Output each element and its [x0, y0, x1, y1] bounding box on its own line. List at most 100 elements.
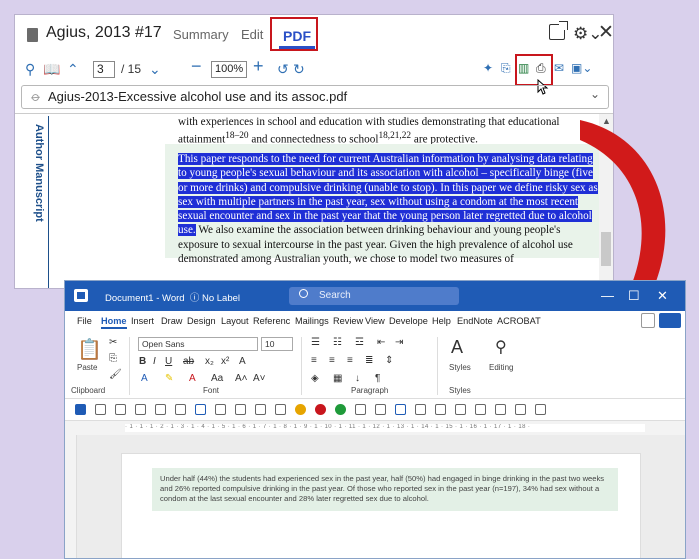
- qat-icon[interactable]: [455, 404, 466, 415]
- styles-icon[interactable]: A: [451, 337, 463, 358]
- search-box[interactable]: Search: [289, 287, 459, 305]
- multilevel-list-icon[interactable]: ☲: [355, 337, 364, 348]
- font-name-select[interactable]: Open Sans: [138, 337, 258, 351]
- email-icon[interactable]: ✉: [554, 61, 564, 75]
- decrease-indent-icon[interactable]: ⇤: [377, 337, 385, 348]
- numbering-icon[interactable]: ☷: [333, 337, 342, 348]
- qat-icon[interactable]: [395, 404, 406, 415]
- tab-view[interactable]: View: [365, 316, 385, 326]
- borders-icon[interactable]: ▦: [333, 373, 342, 384]
- rotate-right-icon[interactable]: ↻: [293, 61, 305, 78]
- chevron-down-icon[interactable]: ⌄: [590, 87, 600, 101]
- close-icon[interactable]: ✕: [657, 288, 668, 304]
- qat-icon[interactable]: [255, 404, 266, 415]
- superscript-icon[interactable]: x²: [221, 356, 229, 367]
- grow-font-icon[interactable]: A˄: [235, 373, 248, 384]
- align-center-icon[interactable]: ≡: [329, 355, 335, 366]
- align-left-icon[interactable]: ≡: [311, 355, 317, 366]
- pilcrow-icon[interactable]: ¶: [375, 373, 380, 384]
- qat-icon[interactable]: [215, 404, 226, 415]
- tab-insert[interactable]: Insert: [131, 316, 154, 326]
- qat-icon[interactable]: [195, 404, 206, 415]
- tab-mailings[interactable]: Mailings: [295, 316, 329, 326]
- italic-icon[interactable]: I: [153, 356, 156, 367]
- qat-icon[interactable]: [155, 404, 166, 415]
- page-up-icon[interactable]: ⌃: [67, 61, 79, 78]
- tab-file[interactable]: File: [77, 316, 92, 326]
- qat-icon[interactable]: [415, 404, 426, 415]
- increase-indent-icon[interactable]: ⇥: [395, 337, 403, 348]
- text-effects-icon[interactable]: A: [141, 373, 148, 384]
- shrink-font-icon[interactable]: A˅: [253, 373, 266, 384]
- copy-icon[interactable]: ⎘: [109, 353, 117, 364]
- styles-button-label[interactable]: Styles: [449, 363, 471, 372]
- tab-layout[interactable]: Layout: [221, 316, 249, 326]
- page-number-input[interactable]: 3: [93, 61, 115, 78]
- rotate-left-icon[interactable]: ↺: [277, 61, 289, 78]
- qat-icon[interactable]: [135, 404, 146, 415]
- share-button[interactable]: [659, 313, 681, 328]
- page-down-icon[interactable]: ⌄: [149, 61, 161, 78]
- align-right-icon[interactable]: ≡: [347, 355, 353, 366]
- font-color-icon[interactable]: A: [189, 373, 196, 384]
- tab-references[interactable]: Referenc: [253, 316, 290, 326]
- pasted-paragraph[interactable]: Under half (44%) the students had experi…: [152, 468, 618, 511]
- qat-icon[interactable]: [315, 404, 326, 415]
- bold-icon[interactable]: B: [139, 356, 146, 367]
- qat-icon[interactable]: [175, 404, 186, 415]
- qat-icon[interactable]: [375, 404, 386, 415]
- shading-icon[interactable]: ◈: [311, 373, 319, 384]
- zoom-input[interactable]: 100%: [211, 61, 247, 78]
- qat-icon[interactable]: [235, 404, 246, 415]
- document-page[interactable]: Under half (44%) the students had experi…: [121, 453, 641, 558]
- tab-endnote[interactable]: EndNote: [457, 316, 493, 326]
- strikethrough-icon[interactable]: ab: [183, 356, 194, 367]
- qat-icon[interactable]: [275, 404, 286, 415]
- save-dropdown-icon[interactable]: ▣⌄: [571, 61, 592, 75]
- unselected-text[interactable]: We also examine the association between …: [178, 224, 573, 265]
- tab-developer[interactable]: Develope: [389, 316, 428, 326]
- tab-design[interactable]: Design: [187, 316, 216, 326]
- change-case-icon[interactable]: Aa: [211, 373, 223, 384]
- book-icon[interactable]: 📖: [43, 61, 60, 78]
- justify-icon[interactable]: ≣: [365, 355, 373, 366]
- tab-edit[interactable]: Edit: [241, 27, 263, 42]
- sort-icon[interactable]: ↓: [355, 373, 360, 384]
- font-size-select[interactable]: 10: [261, 337, 293, 351]
- tab-help[interactable]: Help: [432, 316, 451, 326]
- save-icon[interactable]: [75, 404, 86, 415]
- cut-icon[interactable]: ✂: [109, 337, 117, 348]
- close-icon[interactable]: ✕: [598, 21, 613, 44]
- highlight-color-icon[interactable]: ✎: [165, 373, 173, 384]
- maximize-icon[interactable]: ☐: [628, 288, 640, 304]
- qat-icon[interactable]: [355, 404, 366, 415]
- qat-icon[interactable]: [495, 404, 506, 415]
- qat-icon[interactable]: [435, 404, 446, 415]
- qat-icon[interactable]: [535, 404, 546, 415]
- copy-icon[interactable]: ⎘: [501, 61, 511, 76]
- paste-icon[interactable]: 📋: [77, 337, 102, 362]
- editing-search-icon[interactable]: ⚲: [495, 337, 507, 357]
- qat-icon[interactable]: [515, 404, 526, 415]
- tab-home[interactable]: Home: [101, 316, 127, 329]
- redo-icon[interactable]: [115, 404, 126, 415]
- subscript-icon[interactable]: x₂: [205, 356, 214, 367]
- clear-format-icon[interactable]: A: [239, 356, 246, 367]
- zoom-in-icon[interactable]: +: [253, 56, 264, 77]
- tab-acrobat[interactable]: ACROBAT: [497, 316, 541, 326]
- bullets-icon[interactable]: ☰: [311, 337, 320, 348]
- undo-icon[interactable]: [95, 404, 106, 415]
- qat-icon[interactable]: [475, 404, 486, 415]
- tab-review[interactable]: Review: [333, 316, 363, 326]
- sparkle-icon[interactable]: ✦: [483, 61, 493, 75]
- sensitivity-label[interactable]: No Label: [202, 293, 240, 304]
- editing-label[interactable]: Editing: [489, 363, 513, 372]
- tab-summary[interactable]: Summary: [173, 27, 229, 42]
- zoom-out-icon[interactable]: −: [191, 56, 202, 77]
- open-external-icon[interactable]: [549, 21, 568, 40]
- format-painter-icon[interactable]: 🖌: [109, 369, 122, 380]
- paste-label[interactable]: Paste: [77, 363, 97, 372]
- qat-icon[interactable]: [335, 404, 346, 415]
- minimize-icon[interactable]: —: [601, 288, 614, 303]
- qat-icon[interactable]: [295, 404, 306, 415]
